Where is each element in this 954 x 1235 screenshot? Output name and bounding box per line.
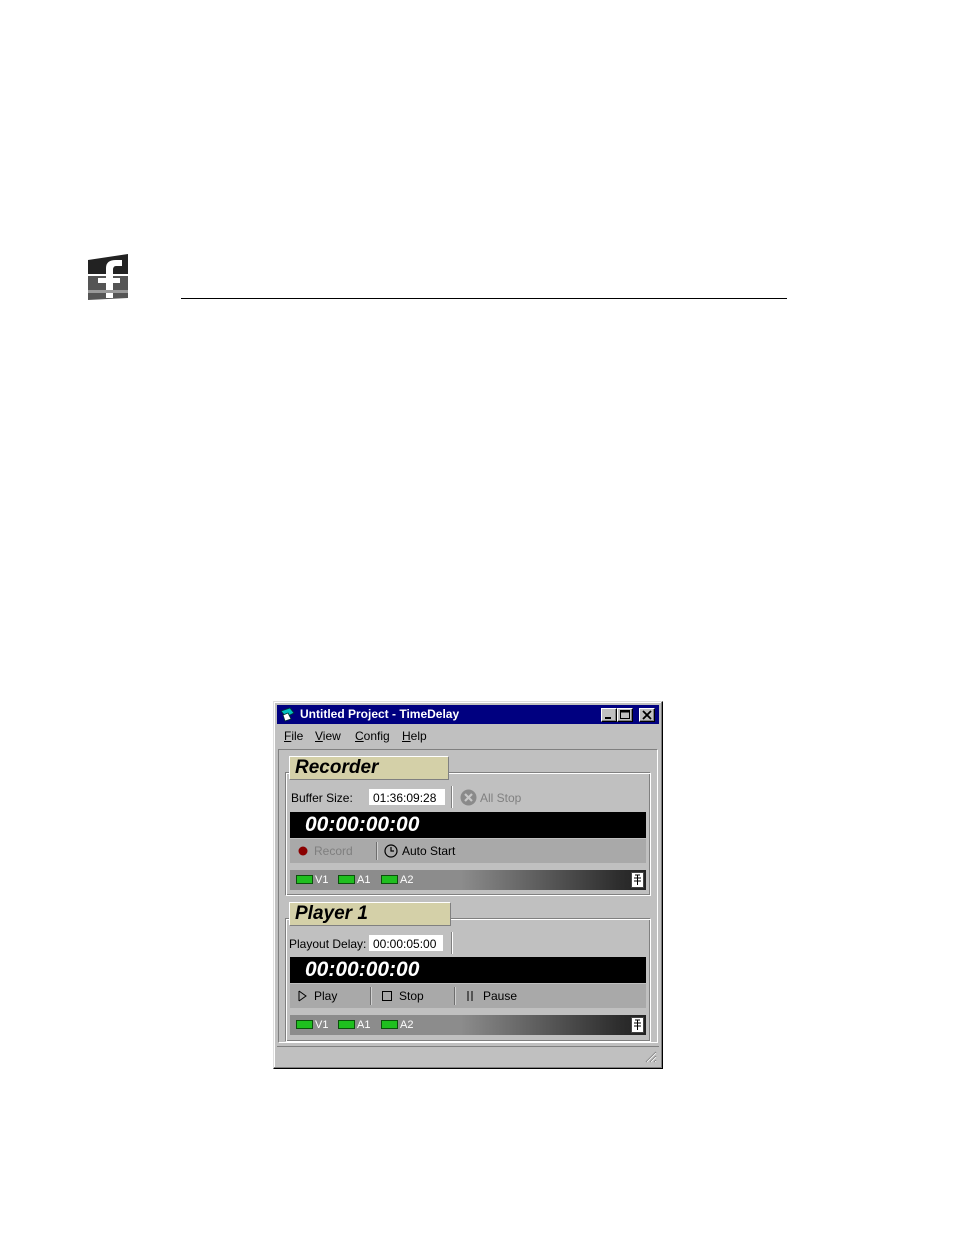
player-controls: Play Stop Pause — [290, 984, 646, 1008]
close-icon — [642, 710, 652, 720]
playout-delay-label: Playout Delay: — [289, 937, 367, 951]
menu-config[interactable]: Config — [355, 729, 390, 743]
window-title: Untitled Project - TimeDelay — [300, 707, 460, 721]
channel-expand-button[interactable] — [631, 1017, 644, 1033]
player-panel: Player 1 Playout Delay: 00:00:05:00 00:0… — [285, 902, 651, 1042]
company-logo-icon — [86, 252, 130, 302]
record-icon — [298, 846, 308, 856]
channel-v1[interactable]: V1 — [296, 873, 328, 887]
channel-v1[interactable]: V1 — [296, 1018, 328, 1032]
buffer-size-field[interactable]: 01:36:09:28 — [369, 789, 445, 805]
channel-expand-button[interactable] — [631, 872, 644, 888]
channel-a1[interactable]: A1 — [338, 873, 370, 887]
led-icon — [296, 1019, 313, 1029]
close-button[interactable] — [639, 708, 655, 722]
separator — [454, 987, 456, 1005]
menu-file[interactable]: File — [284, 729, 303, 743]
playout-delay-field[interactable]: 00:00:05:00 — [369, 935, 443, 951]
pause-icon — [467, 991, 473, 1001]
recorder-tab[interactable]: Recorder — [289, 756, 449, 780]
all-stop-button[interactable]: All Stop — [480, 791, 521, 805]
led-icon — [338, 874, 355, 884]
channel-a2[interactable]: A2 — [381, 873, 413, 887]
player-channels: V1 A1 A2 — [290, 1015, 646, 1035]
pause-button[interactable]: Pause — [466, 984, 517, 1008]
recorder-channels: V1 A1 A2 — [290, 870, 646, 890]
record-button[interactable]: Record — [298, 839, 353, 863]
recorder-panel: Recorder Buffer Size: 01:36:09:28 All St… — [285, 756, 651, 896]
expand-icon — [634, 1019, 641, 1030]
status-bar — [277, 1046, 659, 1065]
title-bar[interactable]: Untitled Project - TimeDelay — [277, 705, 659, 724]
all-stop-icon — [460, 789, 477, 811]
header-rule — [181, 298, 787, 299]
client-area: Recorder Buffer Size: 01:36:09:28 All St… — [278, 749, 658, 1043]
menu-bar: File View Config Help — [277, 725, 659, 747]
led-icon — [381, 874, 398, 884]
play-icon — [298, 990, 307, 1002]
channel-a1[interactable]: A1 — [338, 1018, 370, 1032]
separator — [451, 932, 453, 954]
auto-start-button[interactable]: Auto Start — [384, 839, 455, 863]
clock-icon — [384, 844, 398, 858]
menu-view[interactable]: View — [315, 729, 341, 743]
led-icon — [296, 874, 313, 884]
app-icon[interactable] — [280, 707, 296, 722]
stop-icon — [382, 991, 392, 1001]
play-button[interactable]: Play — [298, 984, 337, 1008]
timedelay-window: Untitled Project - TimeDelay File View C… — [273, 701, 663, 1069]
menu-help[interactable]: Help — [402, 729, 427, 743]
player-tab[interactable]: Player 1 — [289, 902, 451, 926]
minimize-icon — [605, 717, 611, 719]
buffer-size-label: Buffer Size: — [291, 791, 353, 805]
separator — [370, 987, 372, 1005]
minimize-button[interactable] — [601, 708, 617, 722]
recorder-timecode: 00:00:00:00 — [290, 812, 646, 838]
led-icon — [338, 1019, 355, 1029]
led-icon — [381, 1019, 398, 1029]
stop-button[interactable]: Stop — [382, 984, 424, 1008]
separator — [376, 842, 378, 860]
expand-icon — [634, 874, 641, 885]
player-timecode: 00:00:00:00 — [290, 957, 646, 983]
recorder-controls: Record Auto Start — [290, 839, 646, 863]
separator — [451, 786, 453, 808]
channel-a2[interactable]: A2 — [381, 1018, 413, 1032]
maximize-icon — [620, 710, 630, 719]
resize-grip-icon[interactable] — [644, 1050, 657, 1063]
maximize-button[interactable] — [617, 708, 633, 722]
